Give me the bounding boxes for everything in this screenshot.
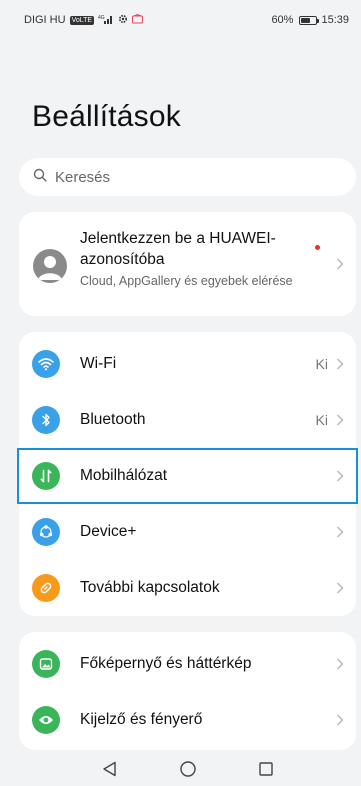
settings-row-bluetooth[interactable]: Bluetooth Ki — [19, 392, 356, 448]
connectivity-section: Wi-Fi Ki Bluetooth Ki Mobilhálózat Devic… — [17, 332, 358, 616]
chevron-right-icon — [336, 582, 344, 594]
status-bar: DIGI HU VoLTE 4G 60% 15:39 — [0, 0, 361, 40]
recents-icon[interactable] — [257, 760, 275, 778]
account-subtitle: Cloud, AppGallery és egyebek elérése — [80, 274, 293, 288]
row-label: Bluetooth — [80, 411, 146, 428]
chevron-right-icon — [336, 714, 344, 726]
chevron-right-icon — [336, 658, 344, 670]
row-label: Device+ — [80, 523, 137, 540]
eye-icon — [32, 706, 60, 734]
home-icon[interactable] — [179, 760, 197, 778]
status-left: DIGI HU VoLTE 4G — [24, 13, 144, 27]
search-icon — [33, 168, 47, 186]
volte-badge: VoLTE — [69, 15, 95, 25]
display-section: Főképernyő és háttérkép Kijelző és fénye… — [19, 632, 356, 750]
row-value: Ki — [315, 356, 328, 372]
chevron-right-icon — [336, 358, 344, 370]
status-right: 60% 15:39 — [271, 14, 349, 26]
row-label: További kapcsolatok — [80, 579, 220, 596]
settings-row-mobile-network[interactable]: Mobilhálózat — [17, 448, 358, 504]
chevron-right-icon — [336, 414, 344, 426]
notification-icon — [132, 13, 144, 27]
battery-icon — [299, 15, 320, 25]
back-icon[interactable] — [101, 760, 119, 778]
row-label: Kijelző és fényerő — [80, 711, 203, 728]
svg-text:4G: 4G — [98, 15, 105, 21]
huawei-id-signin[interactable]: Jelentkezzen be a HUAWEI-azonosítóba Clo… — [19, 212, 356, 316]
notification-dot — [315, 245, 320, 250]
battery-fill — [301, 17, 310, 23]
settings-row-wifi[interactable]: Wi-Fi Ki — [19, 336, 356, 392]
clock: 15:39 — [321, 14, 349, 26]
avatar-icon — [33, 249, 67, 283]
search-placeholder: Keresés — [55, 168, 111, 186]
settings-row-display-brightness[interactable]: Kijelző és fényerő — [19, 692, 356, 748]
row-value: Ki — [315, 412, 328, 428]
chevron-right-icon — [336, 258, 344, 270]
navigation-bar — [0, 750, 361, 786]
device-plus-icon — [32, 518, 60, 546]
page-title: Beállítások — [32, 100, 181, 133]
signal-icon: 4G — [98, 14, 114, 27]
row-label: Főképernyő és háttérkép — [80, 655, 252, 672]
settings-row-home-wallpaper[interactable]: Főképernyő és háttérkép — [19, 636, 356, 692]
highlight-frame — [17, 448, 358, 504]
settings-row-device-plus[interactable]: Device+ — [19, 504, 356, 560]
carrier-name: DIGI HU — [24, 14, 66, 26]
account-title: Jelentkezzen be a HUAWEI-azonosítóba — [80, 230, 276, 268]
row-label: Wi-Fi — [80, 355, 117, 372]
gear-icon — [118, 14, 128, 27]
link-icon — [32, 574, 60, 602]
settings-row-more-connections[interactable]: További kapcsolatok — [19, 560, 356, 616]
chevron-right-icon — [336, 526, 344, 538]
battery-percent: 60% — [271, 14, 294, 26]
wifi-icon — [32, 350, 60, 378]
search-input[interactable]: Keresés — [19, 158, 356, 196]
wallpaper-icon — [32, 650, 60, 678]
bluetooth-icon — [32, 406, 60, 434]
